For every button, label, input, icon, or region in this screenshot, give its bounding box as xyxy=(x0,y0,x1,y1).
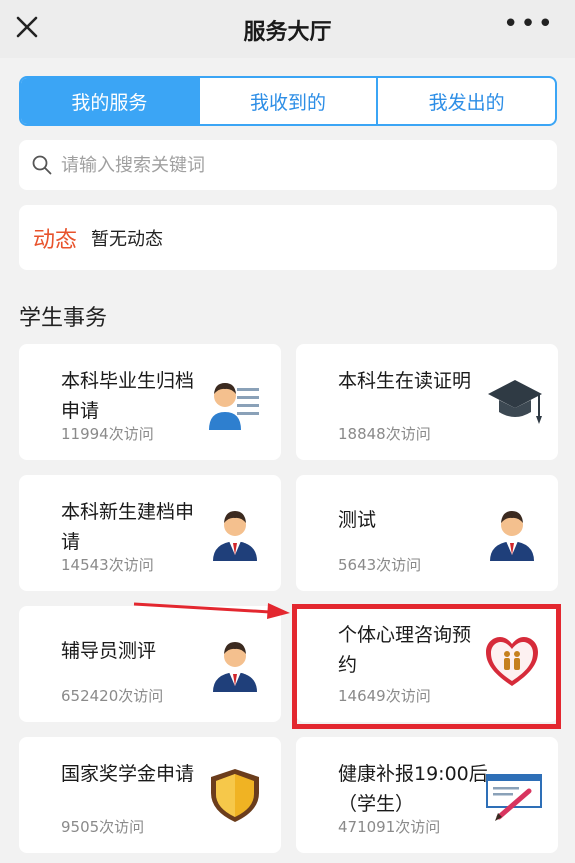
service-card[interactable]: 辅导员测评 652420次访问 xyxy=(19,606,281,722)
card-visits: 652420次访问 xyxy=(61,687,164,705)
person-icon xyxy=(213,642,257,692)
shield-icon xyxy=(211,769,259,822)
more-icon[interactable]: ••• xyxy=(503,11,555,37)
search-bar xyxy=(19,140,557,190)
person-list-icon xyxy=(209,383,259,430)
card-title: 本科新生建档申请 xyxy=(61,501,195,553)
arrow-icon xyxy=(133,602,290,619)
card-visits: 14649次访问 xyxy=(338,687,431,705)
top-bar: 服务大厅 ••• xyxy=(0,0,575,58)
dynamic-label: 动态 xyxy=(33,227,78,253)
card-title: 个体心理咨询预约 xyxy=(338,624,472,676)
person-icon xyxy=(490,511,534,561)
card-title: 国家奖学金申请 xyxy=(61,763,195,785)
service-card[interactable]: 健康补报19:00后（学生） 471091次访问 xyxy=(296,737,558,853)
page-title: 服务大厅 xyxy=(243,20,332,45)
service-card[interactable]: 国家奖学金申请 9505次访问 xyxy=(19,737,281,853)
card-visits: 14543次访问 xyxy=(61,556,154,574)
tab-received[interactable]: 我收到的 xyxy=(200,78,379,124)
check-pen-icon xyxy=(486,774,542,821)
card-visits: 18848次访问 xyxy=(338,425,431,443)
service-card[interactable]: 本科毕业生归档申请 11994次访问 xyxy=(19,344,281,460)
dynamic-text: 暂无动态 xyxy=(91,228,164,250)
card-title: 本科生在读证明 xyxy=(338,370,472,392)
tab-bar: 我的服务 我收到的 我发出的 xyxy=(19,76,557,126)
service-card[interactable]: 本科新生建档申请 14543次访问 xyxy=(19,475,281,591)
card-title: 健康补报19:00后（学生） xyxy=(338,763,488,815)
card-visits: 5643次访问 xyxy=(338,556,422,574)
tab-sent[interactable]: 我发出的 xyxy=(378,78,555,124)
tab-my-services[interactable]: 我的服务 xyxy=(21,78,200,124)
search-input[interactable] xyxy=(61,154,541,176)
person-icon xyxy=(213,511,257,561)
search-icon xyxy=(32,155,52,175)
service-card[interactable]: 测试 5643次访问 xyxy=(296,475,558,591)
dynamic-panel[interactable]: 动态 暂无动态 xyxy=(19,205,557,270)
card-visits: 9505次访问 xyxy=(61,818,145,836)
service-card[interactable]: 本科生在读证明 18848次访问 xyxy=(296,344,558,460)
service-card[interactable]: 个体心理咨询预约 14649次访问 xyxy=(296,606,558,722)
card-title: 辅导员测评 xyxy=(61,640,157,662)
graduation-cap-icon xyxy=(488,380,542,424)
card-title: 测试 xyxy=(338,509,377,531)
card-visits: 11994次访问 xyxy=(61,425,154,443)
heart-icon xyxy=(486,637,538,686)
section-title: 学生事务 xyxy=(19,306,108,331)
card-visits: 471091次访问 xyxy=(338,818,441,836)
card-title: 本科毕业生归档申请 xyxy=(61,370,195,422)
